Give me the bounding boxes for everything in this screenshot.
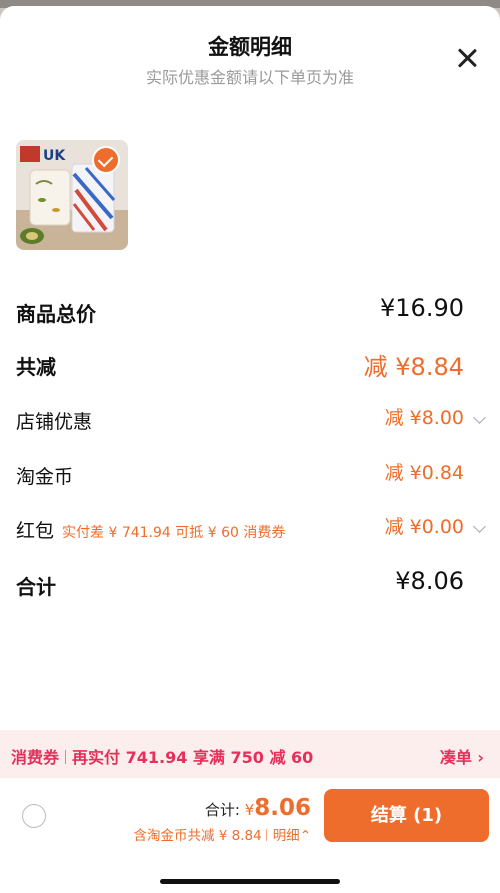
chevron-right-icon: › [477, 748, 484, 767]
summary-divider [265, 829, 267, 841]
red-packet-value: 减 ¥0.00 [384, 516, 464, 538]
goods-total-value: ¥16.90 [380, 294, 464, 322]
taojinbi-label: 淘金币 [16, 466, 74, 488]
total-currency: ¥ [244, 801, 255, 819]
red-packet-label-wrap: 红包 实付差 ¥ 741.94 可抵 ¥ 60 消费券 [16, 516, 285, 543]
row-taojinbi: 淘金币 减 ¥0.84 [16, 458, 484, 492]
total-amount: 8.06 [254, 795, 311, 821]
row-shop-discount[interactable]: 店铺优惠 减 ¥8.00 [16, 403, 486, 437]
coupon-tag: 消费券 [11, 748, 60, 767]
chevron-down-icon[interactable] [473, 520, 486, 533]
selected-check-icon[interactable] [92, 146, 120, 174]
row-red-packet[interactable]: 红包 实付差 ¥ 741.94 可抵 ¥ 60 消费券 减 ¥0.00 [16, 512, 486, 546]
goods-total-label: 商品总价 [16, 302, 96, 326]
red-packet-hint: 实付差 ¥ 741.94 可抵 ¥ 60 消费券 [62, 525, 286, 541]
coupon-divider [65, 750, 67, 764]
home-indicator [160, 879, 340, 884]
add-items-label: 凑单 [439, 748, 472, 767]
row-goods-total: 商品总价 ¥16.90 [16, 294, 484, 328]
shop-discount-value: 减 ¥8.00 [384, 407, 464, 429]
total-label: 合计: [204, 801, 240, 819]
coupon-text: 再实付 741.94 享满 750 减 60 [72, 748, 314, 767]
select-all-radio[interactable] [22, 804, 46, 828]
row-sum: 合计 ¥8.06 [16, 567, 484, 601]
discount-summary-text: 含淘金币共减 ¥ 8.84 [133, 828, 262, 844]
brand-logo-text: UK [43, 148, 66, 164]
taojinbi-value: 减 ¥0.84 [384, 462, 464, 484]
red-packet-label: 红包 [16, 520, 55, 542]
chevron-up-icon[interactable]: ⌃ [300, 828, 311, 844]
total-reduce-label: 共减 [16, 355, 56, 379]
total-summary: 合计: ¥8.06 [205, 795, 311, 821]
sheet-title: 金额明细 [208, 35, 292, 59]
chevron-down-icon[interactable] [473, 411, 486, 424]
add-items-link[interactable]: 凑单 › [440, 744, 484, 768]
checkout-bar: 合计: ¥8.06 含淘金币共减 ¥ 8.84 明细⌃ 结算 (1) [0, 778, 500, 893]
sum-label: 合计 [16, 575, 56, 599]
shop-discount-label: 店铺优惠 [16, 411, 93, 433]
coupon-info: 消费券 再实付 741.94 享满 750 减 60 [11, 744, 313, 768]
discount-summary[interactable]: 含淘金币共减 ¥ 8.84 明细⌃ [133, 824, 311, 844]
detail-link[interactable]: 明细 [273, 828, 300, 844]
coupon-bar[interactable]: 消费券 再实付 741.94 享满 750 减 60 凑单 › [0, 730, 500, 778]
sheet-subtitle: 实际优惠金额请以下单页为准 [145, 68, 354, 87]
close-icon[interactable] [450, 44, 484, 78]
checkout-button[interactable]: 结算 (1) [324, 789, 489, 842]
row-total-reduce: 共减 减 ¥8.84 [16, 347, 484, 381]
total-reduce-value: 减 ¥8.84 [363, 353, 464, 381]
sum-value: ¥8.06 [395, 567, 464, 595]
